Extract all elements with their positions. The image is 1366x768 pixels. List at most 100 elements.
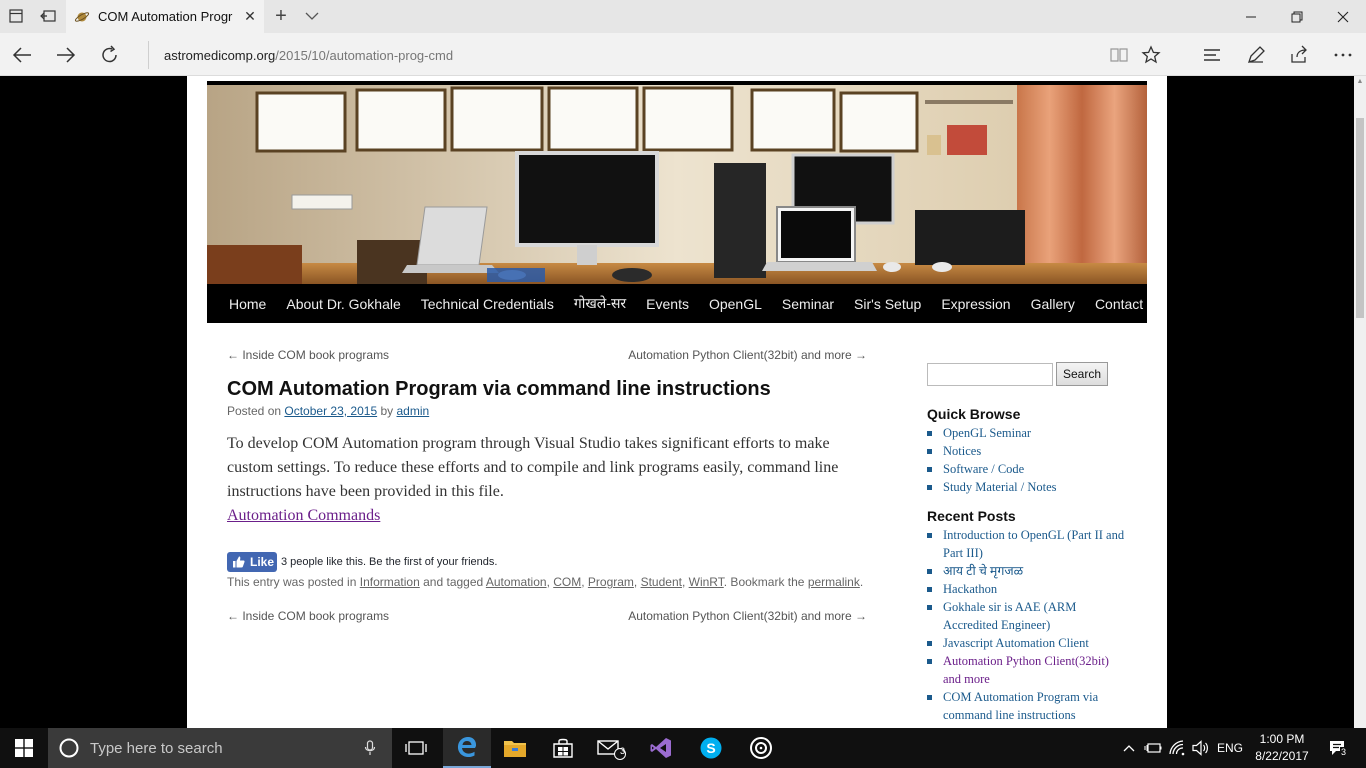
- quick-browse-item[interactable]: OpenGL Seminar: [927, 424, 1127, 442]
- tag-link[interactable]: WinRT: [689, 575, 724, 589]
- scrollbar-thumb[interactable]: [1356, 118, 1364, 318]
- previous-post-link[interactable]: ← Inside COM book programs: [227, 348, 389, 362]
- task-view-button[interactable]: [392, 728, 440, 768]
- sidebar-search: Search: [927, 362, 1127, 386]
- nav-technical-credentials[interactable]: Technical Credentials: [411, 296, 564, 312]
- windows-logo-icon: [15, 739, 33, 757]
- minimize-button[interactable]: [1228, 0, 1274, 33]
- url-field[interactable]: astromedicomp.org/2015/10/automation-pro…: [148, 41, 1148, 69]
- recent-post-item[interactable]: Introduction to OpenGL (Part II and Part…: [927, 526, 1127, 562]
- tab-close-icon[interactable]: ✕: [242, 8, 258, 24]
- url-path: /2015/10/automation-prog-cmd: [275, 47, 454, 63]
- show-hidden-icons-chevron-icon[interactable]: [1119, 728, 1139, 768]
- taskbar-search-box[interactable]: Type here to search: [48, 728, 392, 768]
- restore-button[interactable]: [1274, 0, 1320, 33]
- screen: { "browser": { "tab_title": "COM Automat…: [0, 0, 1366, 768]
- close-window-button[interactable]: [1320, 0, 1366, 33]
- battery-plugged-icon[interactable]: [1142, 728, 1164, 768]
- volume-icon[interactable]: [1190, 728, 1212, 768]
- favorite-star-icon[interactable]: [1137, 41, 1165, 69]
- automation-commands-link[interactable]: Automation Commands: [227, 504, 867, 528]
- nav-gallery[interactable]: Gallery: [1021, 296, 1085, 312]
- action-center-button[interactable]: 3: [1318, 728, 1358, 768]
- system-clock[interactable]: 1:00 PM 8/22/2017: [1247, 731, 1317, 765]
- nav-opengl[interactable]: OpenGL: [699, 296, 772, 312]
- nav-contact[interactable]: Contact: [1085, 296, 1153, 312]
- tab-list-icon[interactable]: [6, 7, 26, 25]
- new-tab-button[interactable]: +: [271, 5, 291, 27]
- recent-post-item[interactable]: Javascript Automation Client: [927, 634, 1127, 652]
- facebook-like-button[interactable]: Like: [227, 552, 277, 572]
- saturn-favicon-icon: [74, 9, 90, 25]
- groove-music-icon: [750, 737, 772, 759]
- sidebar: Search Quick Browse OpenGL Seminar Notic…: [927, 362, 1127, 724]
- nav-home[interactable]: Home: [219, 296, 276, 312]
- start-button[interactable]: [0, 728, 48, 768]
- tab-active[interactable]: COM Automation Progr ✕: [66, 0, 264, 33]
- category-link[interactable]: Information: [360, 575, 420, 589]
- recent-post-item[interactable]: Gokhale sir is AAE (ARM Accredited Engin…: [927, 598, 1127, 634]
- hub-icon[interactable]: [1198, 41, 1226, 69]
- back-button[interactable]: [8, 41, 36, 69]
- post-navigation-top: ← Inside COM book programs Automation Py…: [227, 346, 867, 366]
- share-icon[interactable]: [1285, 41, 1313, 69]
- recent-post-item[interactable]: Automation Python Client(32bit) and more: [927, 652, 1127, 688]
- input-language-indicator[interactable]: ENG: [1214, 728, 1246, 768]
- permalink-link[interactable]: permalink: [808, 575, 860, 589]
- author-link[interactable]: admin: [397, 404, 430, 418]
- taskbar-edge[interactable]: [443, 728, 491, 768]
- quick-browse-title: Quick Browse: [927, 406, 1021, 422]
- reading-view-icon[interactable]: [1105, 41, 1133, 69]
- set-tabs-aside-icon[interactable]: [38, 7, 58, 25]
- next-post-link[interactable]: Automation Python Client(32bit) and more…: [628, 348, 867, 362]
- taskbar-visual-studio[interactable]: [637, 728, 685, 768]
- taskbar-skype[interactable]: S: [687, 728, 735, 768]
- tag-link[interactable]: Student: [641, 575, 682, 589]
- header-banner-image: [207, 85, 1147, 284]
- page-scrollbar[interactable]: ▲: [1354, 76, 1366, 728]
- quick-browse-list: OpenGL Seminar Notices Software / Code S…: [927, 424, 1127, 496]
- nav-sirs-setup[interactable]: Sir's Setup: [844, 296, 931, 312]
- recent-post-item[interactable]: आय टी चे मृगजळ: [927, 562, 1127, 580]
- previous-post-link[interactable]: ← Inside COM book programs: [227, 609, 389, 623]
- search-input[interactable]: [927, 362, 1053, 386]
- web-note-pen-icon[interactable]: [1242, 41, 1270, 69]
- recent-posts-title: Recent Posts: [927, 508, 1016, 524]
- tag-link[interactable]: Program: [588, 575, 634, 589]
- tag-link[interactable]: COM: [553, 575, 581, 589]
- refresh-button[interactable]: [96, 41, 124, 69]
- taskbar-file-explorer[interactable]: [491, 728, 539, 768]
- scroll-up-arrow-icon[interactable]: ▲: [1356, 78, 1364, 86]
- task-view-icon: [405, 741, 427, 755]
- recent-post-item[interactable]: Hackathon: [927, 580, 1127, 598]
- nav-expression[interactable]: Expression: [931, 296, 1020, 312]
- post-date-link[interactable]: October 23, 2015: [284, 404, 377, 418]
- entry-meta: This entry was posted in Information and…: [227, 575, 864, 589]
- nav-events[interactable]: Events: [636, 296, 699, 312]
- quick-browse-item[interactable]: Study Material / Notes: [927, 478, 1127, 496]
- more-actions-icon[interactable]: [1329, 41, 1357, 69]
- tag-link[interactable]: Automation: [486, 575, 547, 589]
- quick-browse-item[interactable]: Notices: [927, 442, 1127, 460]
- quick-browse-item[interactable]: Software / Code: [927, 460, 1127, 478]
- by-label: by: [380, 404, 394, 418]
- taskbar-mail[interactable]: 3: [587, 728, 635, 768]
- next-post-link[interactable]: Automation Python Client(32bit) and more…: [628, 609, 867, 623]
- search-button[interactable]: Search: [1056, 362, 1109, 386]
- recent-post-item[interactable]: COM Automation Program via command line …: [927, 688, 1127, 724]
- post-content: ← Inside COM book programs Automation Py…: [227, 346, 867, 629]
- nav-about[interactable]: About Dr. Gokhale: [276, 296, 410, 312]
- wifi-icon[interactable]: [1167, 728, 1189, 768]
- cortana-circle-icon: [59, 738, 79, 758]
- taskbar-store[interactable]: [539, 728, 587, 768]
- forward-button[interactable]: [52, 41, 80, 69]
- facebook-like-label: Like: [250, 555, 275, 569]
- nav-seminar[interactable]: Seminar: [772, 296, 844, 312]
- page-container: Home About Dr. Gokhale Technical Credent…: [187, 76, 1167, 728]
- end-dot: .: [859, 575, 864, 589]
- microphone-icon[interactable]: [364, 740, 376, 756]
- taskbar-groove[interactable]: [737, 728, 785, 768]
- nav-gokhale-sir[interactable]: गोखले-सर: [564, 294, 636, 313]
- tab-preview-chevron-icon[interactable]: [303, 7, 321, 25]
- post-title: COM Automation Program via command line …: [227, 378, 771, 400]
